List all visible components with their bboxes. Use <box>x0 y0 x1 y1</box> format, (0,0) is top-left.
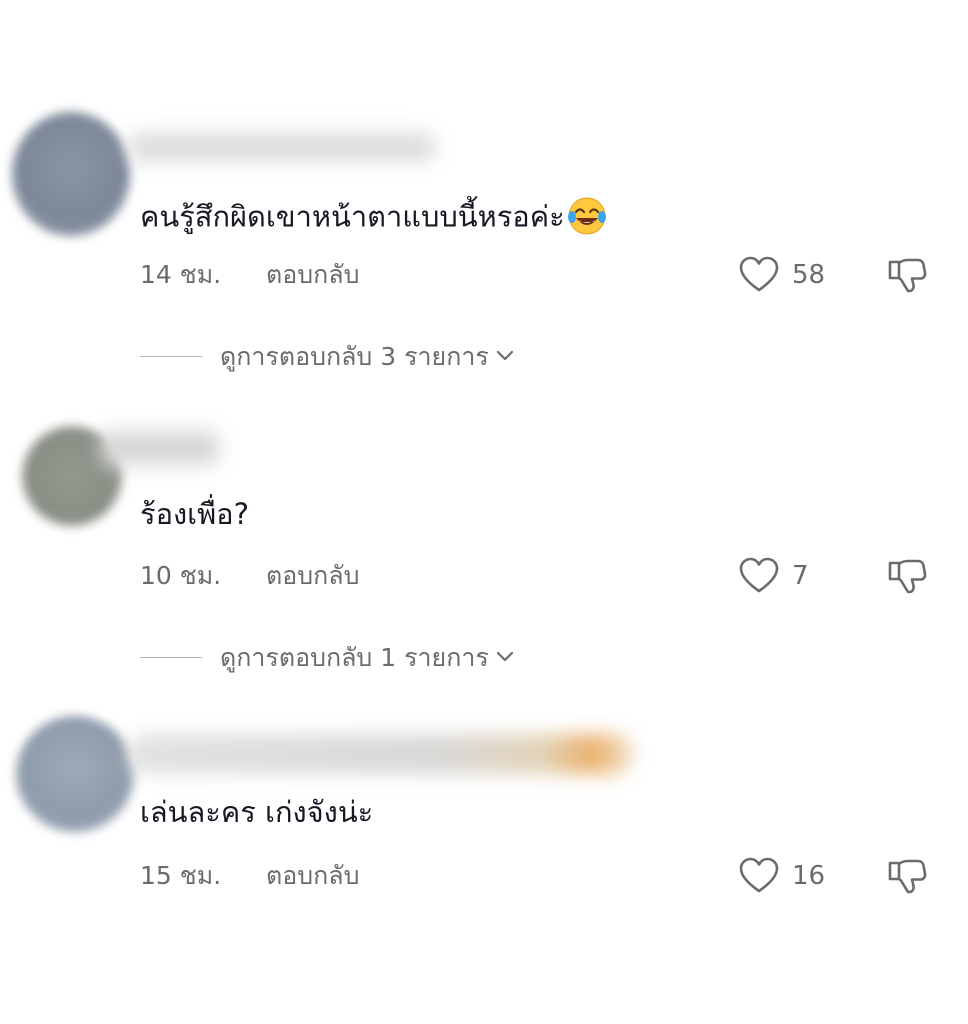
like-button[interactable]: 58 <box>738 254 825 296</box>
comment-text: เล่นละคร เก่งจังน่ะ <box>140 798 373 827</box>
thumbs-down-icon <box>888 859 927 894</box>
comment-list: คนรู้สึกผิดเขาหน้าตาแบบนี้หรอค่ะ 14 ชม. … <box>0 0 968 1024</box>
comment-text: คนรู้สึกผิดเขาหน้าตาแบบนี้หรอค่ะ <box>140 196 607 241</box>
view-replies-label: ดูการตอบกลับ 3 รายการ <box>220 341 489 371</box>
avatar[interactable] <box>12 112 130 236</box>
like-button[interactable]: 7 <box>738 555 809 597</box>
thumbs-down-icon <box>888 258 927 293</box>
like-count: 16 <box>792 861 826 891</box>
divider-line <box>140 355 202 357</box>
timestamp: 15 ชม. <box>140 861 222 890</box>
avatar[interactable] <box>16 716 134 832</box>
heart-icon <box>739 857 779 893</box>
username-redacted[interactable] <box>128 734 633 774</box>
view-replies-button[interactable]: ดูการตอบกลับ 1 รายการ <box>140 642 515 672</box>
view-replies-button[interactable]: ดูการตอบกลับ 3 รายการ <box>140 341 515 371</box>
heart-icon <box>739 557 779 593</box>
thumbs-down-icon <box>888 559 927 594</box>
view-replies-label: ดูการตอบกลับ 1 รายการ <box>220 642 489 672</box>
comment-body: ร้องเพื่อ? <box>140 497 249 531</box>
chevron-down-icon <box>496 651 513 662</box>
dislike-button[interactable] <box>886 254 928 296</box>
username-redacted[interactable] <box>128 130 436 164</box>
reply-button[interactable]: ตอบกลับ <box>266 563 359 588</box>
comment-body: คนรู้สึกผิดเขาหน้าตาแบบนี้หรอค่ะ <box>140 199 565 234</box>
like-count: 7 <box>792 561 809 591</box>
username-redacted[interactable] <box>100 428 220 468</box>
heart-icon <box>739 256 779 292</box>
timestamp: 14 ชม. <box>140 260 222 289</box>
timestamp: 10 ชม. <box>140 561 222 590</box>
comment-text: ร้องเพื่อ? <box>140 500 249 529</box>
like-count: 58 <box>792 260 826 290</box>
divider-line <box>140 656 202 658</box>
like-button[interactable]: 16 <box>738 855 825 897</box>
face-with-tears-of-joy-icon <box>567 196 607 241</box>
reply-button[interactable]: ตอบกลับ <box>266 863 359 888</box>
chevron-down-icon <box>496 350 513 361</box>
comment-body: เล่นละคร เก่งจังน่ะ <box>140 795 374 829</box>
dislike-button[interactable] <box>886 855 928 897</box>
dislike-button[interactable] <box>886 555 928 597</box>
reply-button[interactable]: ตอบกลับ <box>266 262 359 287</box>
